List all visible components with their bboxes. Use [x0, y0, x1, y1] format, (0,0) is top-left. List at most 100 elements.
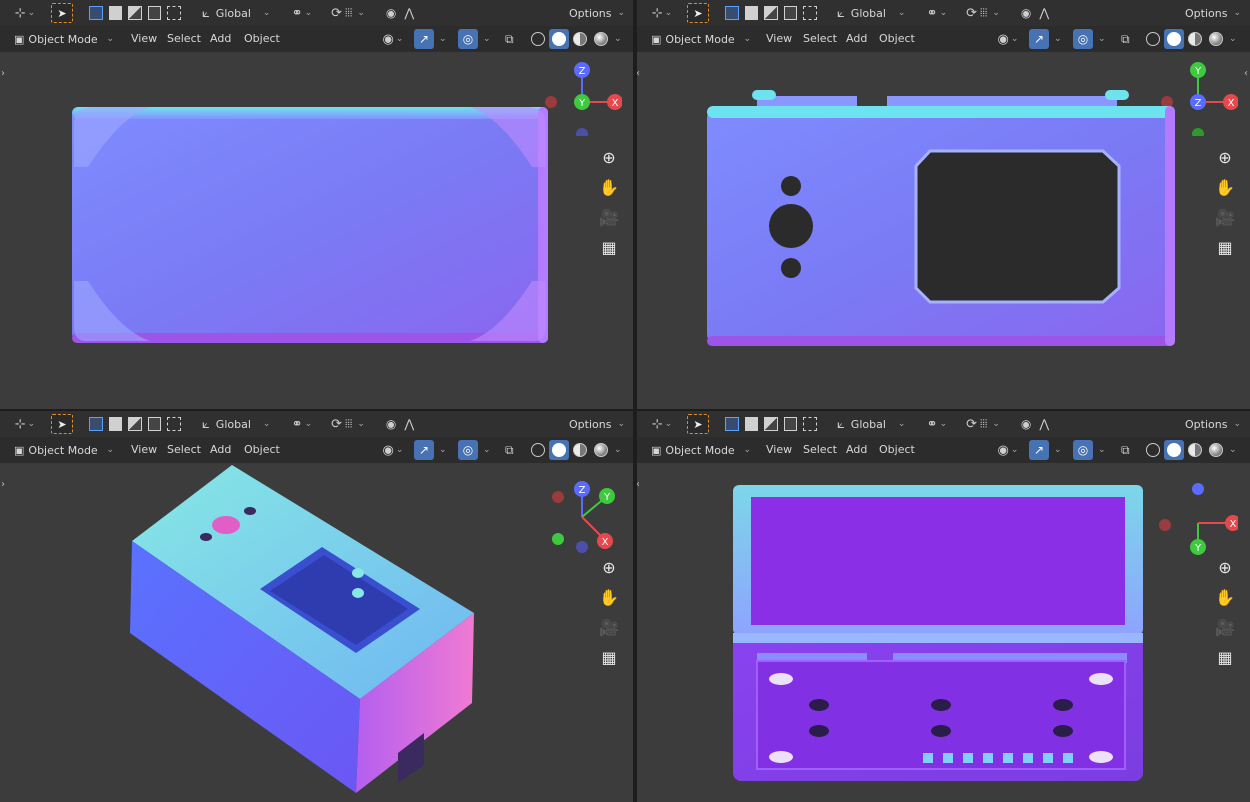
menu-view[interactable]: View — [131, 443, 157, 456]
visibility-dropdown[interactable]: ◉ ⌄ — [993, 29, 1023, 49]
gizmo-toggle[interactable]: ↗ ⌄ — [414, 29, 447, 49]
menu-object[interactable]: Object — [244, 32, 280, 45]
select-invert-icon[interactable] — [783, 6, 798, 20]
object-mode-dropdown[interactable]: ▣ Object Mode ⌄ — [645, 29, 757, 49]
grid-icon[interactable]: ▦ — [597, 645, 621, 669]
proportional-editing-group[interactable]: ◉ ⋀ — [380, 3, 420, 23]
grid-icon[interactable]: ▦ — [1213, 645, 1237, 669]
shading-material[interactable] — [570, 440, 590, 460]
visibility-dropdown[interactable]: ◉ ⌄ — [378, 29, 408, 49]
select-extend-icon[interactable] — [108, 6, 123, 20]
select-subtract-icon[interactable] — [128, 417, 142, 431]
select-new-icon[interactable] — [89, 6, 103, 20]
camera-icon[interactable]: 🎥 — [597, 615, 621, 639]
menu-select[interactable]: Select — [167, 443, 201, 456]
menu-add[interactable]: Add — [846, 32, 867, 45]
shading-material[interactable] — [570, 29, 590, 49]
object-mode-dropdown[interactable]: ▣ Object Mode ⌄ — [8, 440, 120, 460]
menu-add[interactable]: Add — [846, 443, 867, 456]
shading-rendered[interactable] — [591, 29, 611, 49]
select-extend-icon[interactable] — [744, 6, 759, 20]
shading-solid[interactable] — [1164, 29, 1184, 49]
xray-toggle[interactable]: ⧉ — [1121, 29, 1130, 49]
snapping-group[interactable]: ⟳ ⦙⦙⦙ ⌄ — [324, 3, 372, 23]
transform-orientation-dropdown[interactable]: ⟀ Global ⌄ — [202, 414, 278, 434]
snapping-group[interactable]: ⟳ ⦙⦙⦙ ⌄ — [324, 414, 372, 434]
grid-icon[interactable]: ▦ — [597, 235, 621, 259]
hand-pan-icon[interactable]: ✋ — [597, 585, 621, 609]
select-tool-button[interactable]: ➤ — [687, 3, 709, 23]
shading-wireframe[interactable] — [528, 440, 548, 460]
select-intersect-icon[interactable] — [803, 417, 817, 431]
proportional-editing-group[interactable]: ◉ ⋀ — [1015, 3, 1055, 23]
editor-type-button[interactable]: ⊹ ⌄ — [647, 414, 677, 434]
pivot-point-dropdown[interactable]: ⚭ ⌄ — [288, 3, 316, 23]
chevron-right-icon[interactable]: › — [1, 479, 5, 490]
menu-view[interactable]: View — [766, 32, 792, 45]
menu-select[interactable]: Select — [803, 32, 837, 45]
options-dropdown[interactable]: Options ⌄ — [1182, 414, 1244, 434]
chevron-left-icon[interactable]: ‹ — [1244, 68, 1248, 79]
transform-orientation-dropdown[interactable]: ⟀ Global ⌄ — [202, 3, 278, 23]
zoom-icon[interactable]: ⊕ — [597, 145, 621, 169]
viewport-pane-bottom-left[interactable]: ⊹ ⌄ ➤ ⟀ Global ⌄ ⚭ ⌄ ⟳ ⦙⦙⦙ ⌄ ◉ ⋀ Options ⌄ — [0, 411, 633, 802]
snapping-group[interactable]: ⟳ ⦙⦙⦙ ⌄ — [959, 3, 1007, 23]
editor-type-button[interactable]: ⊹ ⌄ — [10, 414, 40, 434]
camera-icon[interactable]: 🎥 — [1213, 615, 1237, 639]
viewport-3d[interactable]: ‹ X Y ⊕ ✋ 🎥 ▦ — [637, 463, 1250, 802]
select-extend-icon[interactable] — [744, 417, 759, 431]
hand-pan-icon[interactable]: ✋ — [1213, 175, 1237, 199]
overlays-toggle[interactable]: ◎ ⌄ — [1073, 29, 1106, 49]
menu-add[interactable]: Add — [210, 443, 231, 456]
transform-orientation-dropdown[interactable]: ⟀ Global ⌄ — [837, 414, 913, 434]
shading-wireframe[interactable] — [1143, 29, 1163, 49]
shading-wireframe[interactable] — [1143, 440, 1163, 460]
navigation-gizmo[interactable]: Z Y X — [542, 477, 622, 557]
select-invert-icon[interactable] — [147, 417, 162, 431]
menu-select[interactable]: Select — [167, 32, 201, 45]
overlays-toggle[interactable]: ◎ ⌄ — [458, 440, 491, 460]
select-tool-button[interactable]: ➤ — [51, 3, 73, 23]
select-tool-button[interactable]: ➤ — [687, 414, 709, 434]
enclosure-perspective-view[interactable] — [120, 463, 490, 802]
zoom-icon[interactable]: ⊕ — [597, 555, 621, 579]
overlays-toggle[interactable]: ◎ ⌄ — [458, 29, 491, 49]
options-dropdown[interactable]: Options ⌄ — [566, 3, 628, 23]
shading-solid[interactable] — [1164, 440, 1184, 460]
menu-object[interactable]: Object — [244, 443, 280, 456]
menu-add[interactable]: Add — [210, 32, 231, 45]
pivot-point-dropdown[interactable]: ⚭ ⌄ — [923, 414, 951, 434]
select-invert-icon[interactable] — [147, 6, 162, 20]
select-intersect-icon[interactable] — [167, 417, 181, 431]
select-new-icon[interactable] — [89, 417, 103, 431]
select-subtract-icon[interactable] — [128, 6, 142, 20]
select-new-icon[interactable] — [725, 6, 739, 20]
enclosure-front-view[interactable] — [60, 97, 560, 347]
enclosure-top-view[interactable] — [697, 88, 1187, 350]
navigation-gizmo[interactable]: X Y — [1158, 477, 1238, 557]
hand-pan-icon[interactable]: ✋ — [1213, 585, 1237, 609]
snapping-group[interactable]: ⟳ ⦙⦙⦙ ⌄ — [959, 414, 1007, 434]
viewport-pane-bottom-right[interactable]: ⊹ ⌄ ➤ ⟀ Global ⌄ ⚭ ⌄ ⟳ ⦙⦙⦙ ⌄ ◉ ⋀ Options ⌄ — [637, 411, 1250, 802]
options-dropdown[interactable]: Options ⌄ — [1182, 3, 1244, 23]
select-invert-icon[interactable] — [783, 417, 798, 431]
shading-solid[interactable] — [549, 440, 569, 460]
select-subtract-icon[interactable] — [764, 6, 778, 20]
menu-view[interactable]: View — [131, 32, 157, 45]
shading-solid[interactable] — [549, 29, 569, 49]
menu-object[interactable]: Object — [879, 32, 915, 45]
chevron-right-icon[interactable]: › — [1, 68, 5, 79]
zoom-icon[interactable]: ⊕ — [1213, 555, 1237, 579]
proportional-editing-group[interactable]: ◉ ⋀ — [380, 414, 420, 434]
shading-rendered[interactable] — [591, 440, 611, 460]
shading-material[interactable] — [1185, 440, 1205, 460]
shading-rendered[interactable] — [1206, 29, 1226, 49]
chevron-left-icon[interactable]: ‹ — [637, 479, 640, 490]
visibility-dropdown[interactable]: ◉ ⌄ — [378, 440, 408, 460]
select-subtract-icon[interactable] — [764, 417, 778, 431]
gizmo-toggle[interactable]: ↗ ⌄ — [1029, 29, 1062, 49]
select-intersect-icon[interactable] — [803, 6, 817, 20]
shading-material[interactable] — [1185, 29, 1205, 49]
camera-icon[interactable]: 🎥 — [597, 205, 621, 229]
viewport-pane-top-right[interactable]: ⊹ ⌄ ➤ ⟀ Global ⌄ ⚭ ⌄ ⟳ ⦙⦙⦙ ⌄ ◉ ⋀ Options ⌄ — [637, 0, 1250, 409]
